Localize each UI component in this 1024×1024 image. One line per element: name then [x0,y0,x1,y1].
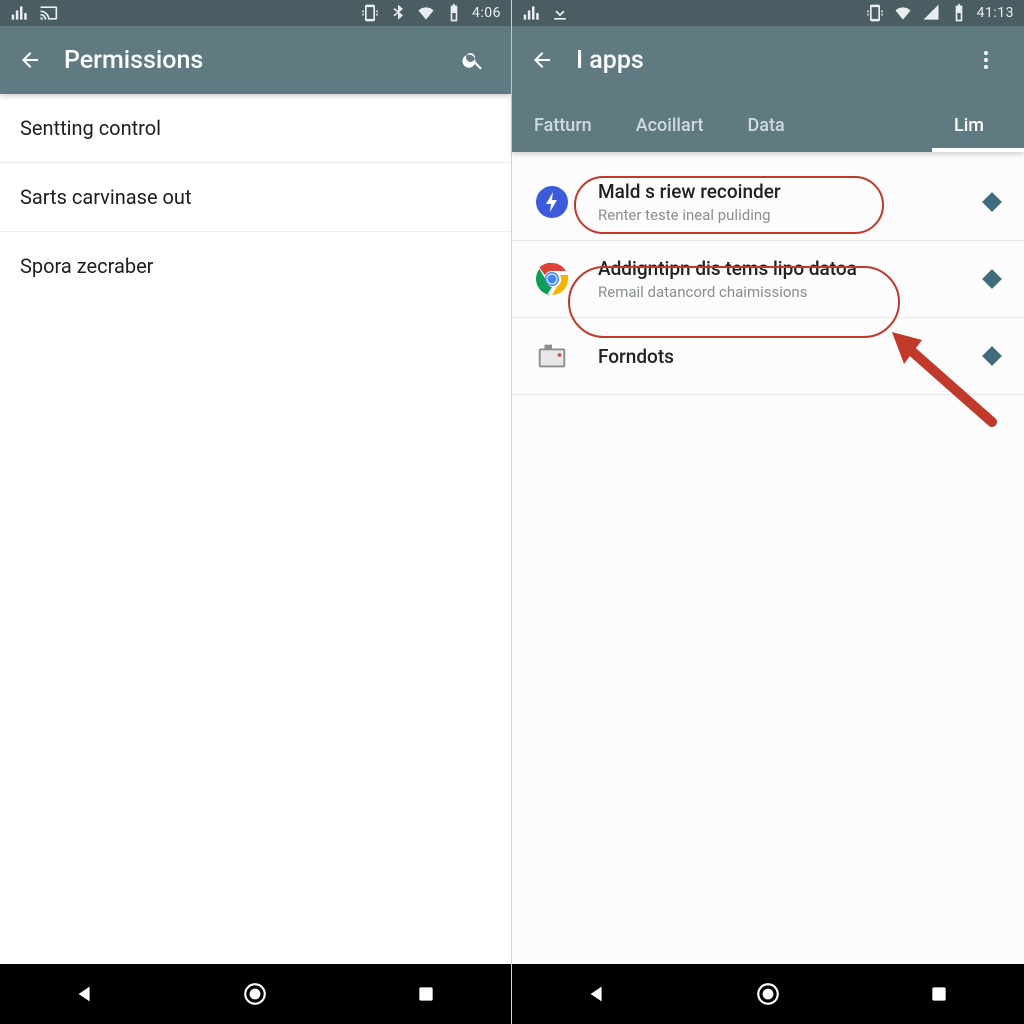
signal-icon [10,3,30,23]
status-time: 41:13 [977,5,1014,21]
wifi-icon [416,3,436,23]
back-button[interactable] [6,36,54,84]
page-title: Permissions [64,46,449,75]
content-area: Sentting control Sarts carvinase out Spo… [0,94,511,964]
signal-icon [522,3,542,23]
app-title: Mald s riew recoinder [598,180,978,203]
signal-2-icon [921,3,941,23]
list-item[interactable]: Sentting control [0,94,511,163]
nav-recent-button[interactable] [891,970,987,1018]
tab-label: Fatturn [534,115,592,136]
chrome-icon [530,257,574,301]
status-time: 4:06 [472,5,501,21]
app-title: Forndots [598,345,978,368]
battery-icon [949,3,969,23]
app-subtitle: Renter teste ineal puliding [598,206,978,224]
tab-bar: Fatturn Acoillart Data Lim [512,94,1024,152]
app-bar: Permissions [0,26,511,94]
app-bar: I apps [512,26,1024,94]
permission-list: Sentting control Sarts carvinase out Spo… [0,94,511,300]
app-subtitle: Remail datancord chaimissions [598,283,978,301]
app-row[interactable]: Forndots [512,318,1024,395]
wifi-icon [893,3,913,23]
content-area: Mald s riew recoinder Renter teste ineal… [512,152,1024,964]
app-row[interactable]: Addigntipn dis tems lipo datoa Remail da… [512,241,1024,318]
row-indicator-icon [978,272,1006,286]
app-title: Addigntipn dis tems lipo datoa [598,257,978,280]
app-row[interactable]: Mald s riew recoinder Renter teste ineal… [512,164,1024,241]
vibrate-icon [865,3,885,23]
row-indicator-icon [978,349,1006,363]
status-bar: 4:06 [0,0,511,26]
nav-back-button[interactable] [37,970,133,1018]
cast-icon [38,3,58,23]
phone-right: 41:13 I apps Fatturn Acoillart Data Lim [512,0,1024,1024]
tab-acoillart[interactable]: Acoillart [614,115,726,152]
nav-home-button[interactable] [207,970,303,1018]
tab-label: Acoillart [636,115,704,136]
camera-icon [530,334,574,378]
overflow-menu-button[interactable] [962,36,1010,84]
status-bar: 41:13 [512,0,1024,26]
download-icon [550,3,570,23]
list-item-label: Sarts carvinase out [20,185,191,209]
nav-bar [0,964,511,1024]
list-item[interactable]: Sarts carvinase out [0,163,511,232]
nav-home-button[interactable] [720,970,816,1018]
battery-icon [444,3,464,23]
list-item-label: Sentting control [20,116,161,140]
list-item-label: Spora zecraber [20,254,153,278]
page-title: I apps [576,46,962,75]
bluetooth-icon [388,3,408,23]
back-button[interactable] [518,36,566,84]
nav-back-button[interactable] [549,970,645,1018]
phone-left: 4:06 Permissions Sentting control Sarts … [0,0,512,1024]
app-list: Mald s riew recoinder Renter teste ineal… [512,152,1024,395]
nav-bar [512,964,1024,1024]
list-item[interactable]: Spora zecraber [0,232,511,300]
row-indicator-icon [978,195,1006,209]
search-button[interactable] [449,36,497,84]
tab-data[interactable]: Data [726,115,807,152]
tab-label: Data [748,115,785,136]
tab-fatturn[interactable]: Fatturn [512,115,614,152]
tab-label: Lim [954,115,984,136]
bolt-icon [530,180,574,224]
nav-recent-button[interactable] [378,970,474,1018]
vibrate-icon [360,3,380,23]
tab-lim[interactable]: Lim [932,115,1024,152]
